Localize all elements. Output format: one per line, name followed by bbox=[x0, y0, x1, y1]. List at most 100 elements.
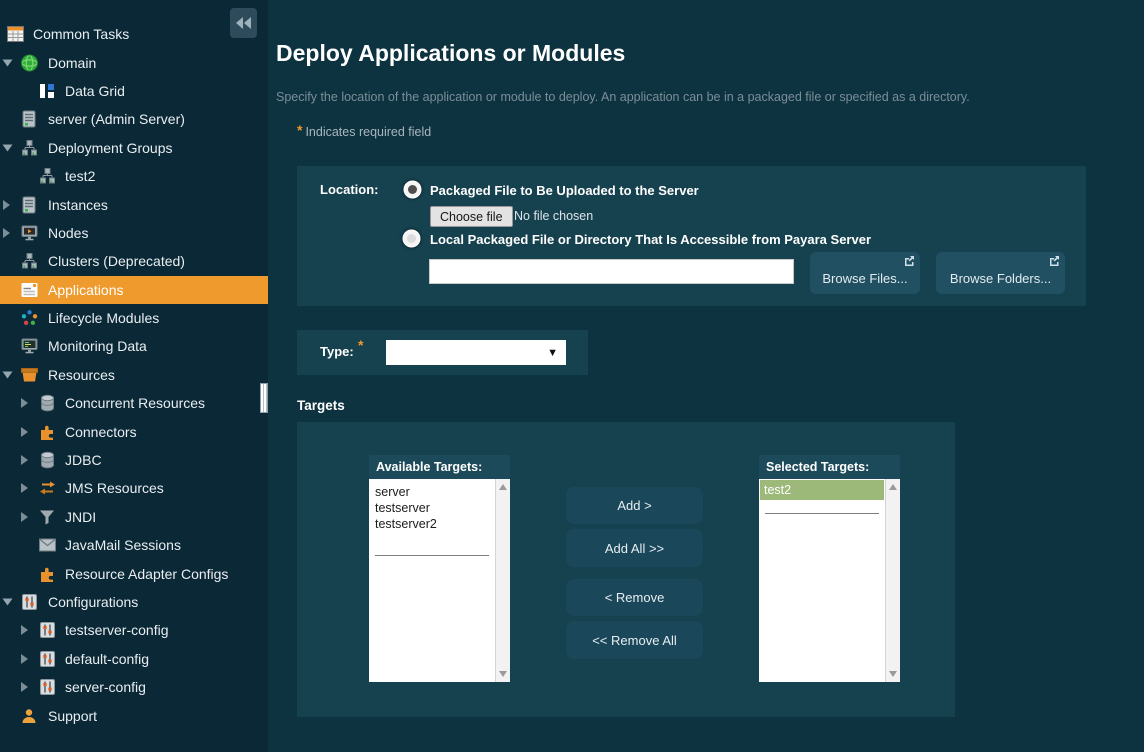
remove-all-button[interactable]: << Remove All bbox=[566, 621, 703, 659]
tree-collapsed-icon[interactable] bbox=[2, 227, 11, 238]
data-grid-icon bbox=[38, 83, 56, 99]
sidebar-item-label: default-config bbox=[65, 651, 149, 667]
sidebar-item-clusters-deprecated[interactable]: Clusters (Deprecated) bbox=[0, 247, 268, 275]
sidebar-item-label: testserver-config bbox=[65, 622, 168, 638]
sidebar-item-jms-resources[interactable]: JMS Resources bbox=[0, 474, 268, 502]
sidebar-item-label: Clusters (Deprecated) bbox=[48, 253, 185, 269]
page-description: Specify the location of the application … bbox=[276, 90, 970, 104]
resources-box-icon bbox=[20, 367, 38, 382]
sidebar-item-label: Resources bbox=[48, 367, 115, 383]
sidebar-item-label: Nodes bbox=[48, 225, 88, 241]
sidebar-item-monitoring-data[interactable]: Monitoring Data bbox=[0, 332, 268, 360]
remove-button[interactable]: < Remove bbox=[566, 579, 703, 616]
tree-expanded-icon[interactable] bbox=[2, 143, 13, 152]
sidebar-item-nodes[interactable]: Nodes bbox=[0, 219, 268, 247]
list-item-testserver2[interactable]: testserver2 bbox=[375, 516, 494, 532]
tree-collapsed-icon[interactable] bbox=[20, 483, 29, 494]
sidebar-item-server-admin-server[interactable]: server (Admin Server) bbox=[0, 105, 268, 133]
sidebar-item-label: Connectors bbox=[65, 424, 137, 440]
targets-heading: Targets bbox=[297, 398, 345, 413]
monitoring-icon bbox=[20, 338, 38, 354]
sidebar-item-resource-adapter-configs[interactable]: Resource Adapter Configs bbox=[0, 559, 268, 587]
applications-icon bbox=[20, 282, 38, 297]
choose-file-button[interactable]: Choose file bbox=[430, 206, 513, 227]
sidebar-item-support[interactable]: Support bbox=[0, 701, 268, 729]
scroll-down-icon bbox=[889, 671, 897, 677]
location-label: Location: bbox=[320, 182, 379, 197]
selected-targets-list[interactable]: test2 bbox=[759, 479, 900, 682]
tree-collapsed-icon[interactable] bbox=[20, 653, 29, 664]
type-panel: Type: * ▼ bbox=[297, 330, 588, 375]
selected-list-scrollbar[interactable] bbox=[885, 479, 900, 682]
server-icon bbox=[20, 196, 38, 213]
browse-files-button[interactable]: Browse Files... bbox=[810, 252, 920, 294]
sidebar-item-instances[interactable]: Instances bbox=[0, 190, 268, 218]
radio-local-packaged-file[interactable] bbox=[404, 231, 419, 246]
sidebar-item-configurations[interactable]: Configurations bbox=[0, 588, 268, 616]
sidebar-item-label: Concurrent Resources bbox=[65, 395, 205, 411]
sidebar-item-jdbc[interactable]: JDBC bbox=[0, 446, 268, 474]
sidebar-item-testserver-config[interactable]: testserver-config bbox=[0, 616, 268, 644]
sidebar-item-label: Deployment Groups bbox=[48, 140, 173, 156]
local-path-input[interactable] bbox=[429, 259, 794, 284]
sidebar-item-javamail-sessions[interactable]: JavaMail Sessions bbox=[0, 531, 268, 559]
sliders-icon bbox=[38, 679, 56, 695]
tree-collapsed-icon[interactable] bbox=[20, 511, 29, 522]
scroll-up-icon bbox=[499, 484, 507, 490]
sidebar-item-common-tasks[interactable]: Common Tasks bbox=[0, 20, 268, 48]
list-item-testserver[interactable]: testserver bbox=[375, 500, 494, 516]
sidebar-item-label: JNDI bbox=[65, 509, 96, 525]
add-button[interactable]: Add > bbox=[566, 487, 703, 524]
external-link-icon bbox=[904, 255, 915, 266]
sliders-icon bbox=[38, 622, 56, 638]
sidebar-item-resources[interactable]: Resources bbox=[0, 361, 268, 389]
external-link-icon bbox=[1049, 255, 1060, 266]
list-item-server[interactable]: server bbox=[375, 484, 494, 500]
sidebar-item-label: Data Grid bbox=[65, 83, 125, 99]
tree-collapsed-icon[interactable] bbox=[20, 682, 29, 693]
tree-collapsed-icon[interactable] bbox=[20, 426, 29, 437]
sidebar-item-default-config[interactable]: default-config bbox=[0, 645, 268, 673]
radio-packaged-file-upload[interactable] bbox=[405, 182, 420, 197]
sidebar-item-concurrent-resources[interactable]: Concurrent Resources bbox=[0, 389, 268, 417]
sidebar-collapse-button[interactable] bbox=[230, 8, 257, 38]
puzzle-icon bbox=[38, 424, 56, 440]
sidebar-item-jndi[interactable]: JNDI bbox=[0, 503, 268, 531]
required-field-note: *Indicates required field bbox=[297, 125, 431, 139]
tree-collapsed-icon[interactable] bbox=[20, 455, 29, 466]
sliders-icon bbox=[20, 594, 38, 610]
sidebar-item-data-grid[interactable]: Data Grid bbox=[0, 77, 268, 105]
file-status-text: No file chosen bbox=[514, 209, 593, 223]
tree-collapsed-icon[interactable] bbox=[20, 398, 29, 409]
available-targets-list[interactable]: servertestservertestserver2 bbox=[369, 479, 510, 682]
sidebar-item-lifecycle-modules[interactable]: Lifecycle Modules bbox=[0, 304, 268, 332]
sidebar-splitter-handle[interactable] bbox=[260, 383, 268, 413]
sliders-icon bbox=[38, 651, 56, 667]
tree-expanded-icon[interactable] bbox=[2, 370, 13, 379]
sidebar-item-domain[interactable]: Domain bbox=[0, 48, 268, 76]
sidebar-item-connectors[interactable]: Connectors bbox=[0, 417, 268, 445]
sidebar-item-deployment-groups[interactable]: Deployment Groups bbox=[0, 134, 268, 162]
sidebar-item-label: JavaMail Sessions bbox=[65, 537, 181, 553]
cluster-icon bbox=[38, 168, 56, 185]
navigation-sidebar: Common TasksDomain Data Grid server (Admin… bbox=[0, 0, 268, 752]
tree-collapsed-icon[interactable] bbox=[2, 199, 11, 210]
available-list-scrollbar[interactable] bbox=[495, 479, 510, 682]
add-all-button[interactable]: Add All >> bbox=[566, 529, 703, 567]
list-separator bbox=[375, 555, 489, 556]
tree-expanded-icon[interactable] bbox=[2, 598, 13, 607]
browse-folders-button[interactable]: Browse Folders... bbox=[936, 252, 1065, 294]
sidebar-item-server-config[interactable]: server-config bbox=[0, 673, 268, 701]
sidebar-item-label: Instances bbox=[48, 197, 108, 213]
sidebar-item-applications[interactable]: Applications bbox=[0, 276, 268, 304]
cluster-icon bbox=[20, 253, 38, 270]
type-required-asterisk: * bbox=[358, 340, 366, 350]
sidebar-item-test2[interactable]: test2 bbox=[0, 162, 268, 190]
type-select[interactable]: ▼ bbox=[386, 340, 566, 365]
list-item-test2[interactable]: test2 bbox=[760, 480, 884, 500]
puzzle-icon bbox=[38, 566, 56, 582]
tree-expanded-icon[interactable] bbox=[2, 58, 13, 67]
tree-collapsed-icon[interactable] bbox=[20, 625, 29, 636]
page-title: Deploy Applications or Modules bbox=[276, 40, 625, 67]
location-panel: Location: Packaged File to Be Uploaded t… bbox=[297, 166, 1086, 306]
